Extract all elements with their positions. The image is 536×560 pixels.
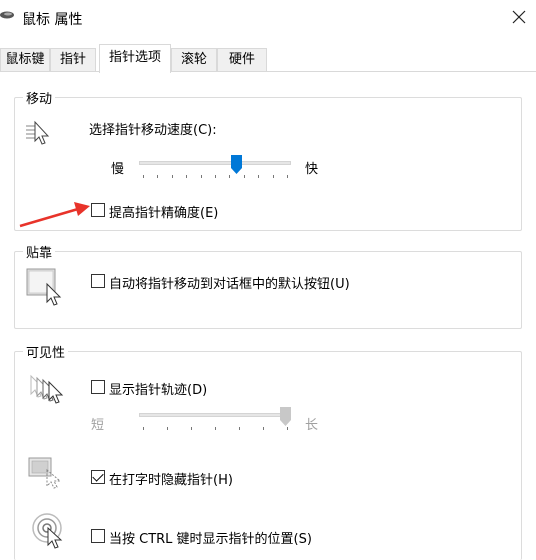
show-location-label[interactable]: 当按 CTRL 键时显示指针的位置(S) [109,528,312,547]
fast-label: 快 [305,162,319,177]
snap-label[interactable]: 自动将指针移动到对话框中的默认按钮(U) [109,273,350,292]
slider-tick [239,427,240,430]
snap-checkbox[interactable] [91,274,105,288]
snap-group: 贴靠 自动将指针移动到对话框中的默认按钮(U) [14,242,522,329]
slider-tick [191,427,192,430]
slider-tick [229,175,230,178]
speed-slider-track [139,161,291,165]
slider-tick [263,427,264,430]
window-title: 鼠标 属性 [22,12,83,28]
long-label: 长 [305,418,319,433]
slider-tick [186,175,187,178]
slider-tick [143,427,144,430]
trails-slider-thumb[interactable] [280,407,291,426]
slider-tick [258,175,259,178]
hide-while-typing-label[interactable]: 在打字时隐藏指针(H) [109,469,233,488]
show-location-checkbox[interactable] [91,529,105,543]
short-label: 短 [91,418,105,433]
visibility-group: 可见性 显示指针轨迹(D) 短 长 在打字时隐藏指针(H) 当按 CTRL 键时… [14,342,522,560]
slider-tick [287,427,288,430]
tab-wheel[interactable]: 滚轮 [171,48,217,72]
pointer-trails-icon [30,374,64,404]
slider-tick [273,175,274,178]
speed-slider-thumb[interactable] [231,155,242,174]
tab-pointer-options[interactable]: 指针选项 [99,44,171,73]
tab-divider [0,71,536,72]
precision-checkbox[interactable] [91,203,105,217]
hide-while-typing-checkbox[interactable] [91,470,105,484]
speed-label: 选择指针移动速度(C): [89,123,217,138]
slider-tick [201,175,202,178]
speed-slider[interactable] [139,155,291,184]
tab-buttons[interactable]: 鼠标键 [0,48,50,72]
motion-group-title: 移动 [23,88,56,107]
trails-checkbox[interactable] [91,380,105,394]
title-bar: 鼠标 属性 [0,0,536,36]
pointer-speed-icon [26,120,50,145]
slider-tick [157,175,158,178]
trails-label[interactable]: 显示指针轨迹(D) [109,379,207,398]
snap-group-title: 贴靠 [23,242,56,261]
tab-pointers[interactable]: 指针 [50,48,96,72]
slider-tick [172,175,173,178]
slider-tick [215,427,216,430]
show-location-icon [32,513,63,549]
slider-tick [244,175,245,178]
annotation-arrow-icon [19,202,90,228]
slider-tick [287,175,288,178]
snap-to-button-icon [26,268,62,306]
slow-label: 慢 [111,162,125,177]
tab-hardware[interactable]: 硬件 [217,48,267,72]
mouse-icon [0,11,14,19]
hide-while-typing-icon [28,457,62,489]
trails-slider[interactable] [139,407,291,436]
tab-strip: 鼠标键 指针 指针选项 滚轮 硬件 [0,44,536,73]
precision-label[interactable]: 提高指针精确度(E) [109,202,218,221]
slider-tick [167,427,168,430]
slider-tick [215,175,216,178]
trails-slider-track [139,413,291,417]
slider-tick [143,175,144,178]
close-icon[interactable] [508,6,530,28]
visibility-group-title: 可见性 [23,342,69,361]
